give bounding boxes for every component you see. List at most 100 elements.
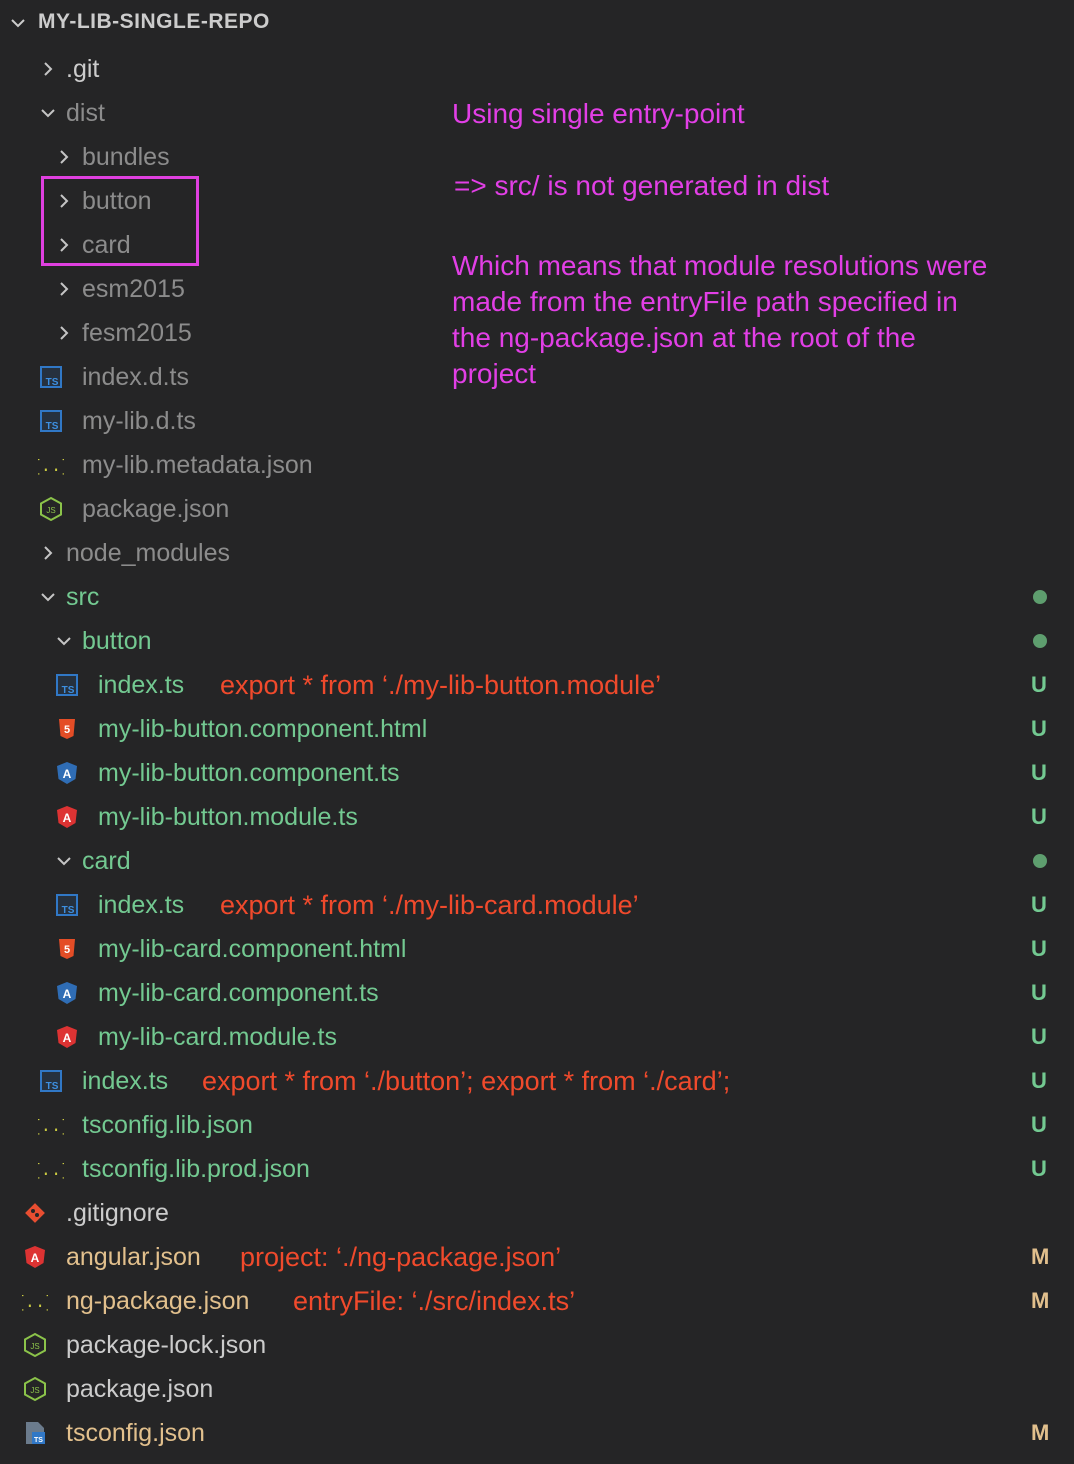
html-file-icon: 5	[54, 936, 80, 962]
file-package-json[interactable]: JS package.json	[0, 1367, 1074, 1411]
typescript-file-icon: TS	[38, 364, 64, 390]
typescript-file-icon: TS	[54, 892, 80, 918]
tree-item-label: index.d.ts	[82, 363, 190, 391]
modified-badge: M	[1031, 1244, 1050, 1269]
file-my-lib-button-module-ts[interactable]: Amy-lib-button.module.ts U	[0, 795, 1074, 839]
explorer-header[interactable]: MY-LIB-SINGLE-REPO	[0, 0, 1074, 46]
nodejs-file-icon: JS	[38, 496, 64, 522]
annotation-text: Using single entry-point => src/ is not …	[452, 96, 1052, 392]
folder-button[interactable]: button	[0, 619, 1074, 663]
tree-item-label: package.json	[66, 1375, 214, 1403]
svg-text:TS: TS	[34, 1437, 43, 1444]
file-my-lib-card-component-html[interactable]: 5 my-lib-card.component.html U	[0, 927, 1074, 971]
annotation-line-2: => src/ is not generated in dist	[454, 170, 830, 201]
json-file-icon: {..}	[31, 452, 72, 478]
tree-item-label: my-lib.d.ts	[82, 407, 196, 435]
tree-item-label: card	[82, 847, 131, 875]
annotation-line-1: Using single entry-point	[452, 98, 745, 129]
tree-item-label: button	[82, 627, 152, 655]
chevron-down-icon	[11, 19, 25, 28]
tsconfig-file-icon: TS	[22, 1420, 48, 1446]
chevron-right-icon[interactable]	[38, 59, 58, 79]
file-package-lock-json[interactable]: JS package-lock.json	[0, 1323, 1074, 1367]
tree-item-label: index.ts	[98, 671, 185, 699]
tree-item-label: index.ts	[82, 1067, 169, 1095]
file-angular-json[interactable]: Aangular.json project: ‘./ng-package.json…	[0, 1235, 1074, 1279]
chevron-right-icon[interactable]	[38, 543, 58, 563]
folder-git[interactable]: .git	[0, 47, 1074, 91]
svg-text:A: A	[63, 987, 72, 1001]
tree-item-label: ng-package.json	[66, 1287, 250, 1315]
folder-node-modules[interactable]: node_modules	[0, 531, 1074, 575]
file-tsconfig-json[interactable]: TS tsconfig.json M	[0, 1411, 1074, 1455]
chevron-down-icon[interactable]	[38, 103, 58, 123]
chevron-down-icon[interactable]	[38, 587, 58, 607]
folder-src[interactable]: src	[0, 575, 1074, 619]
tree-item-label: tsconfig.lib.json	[82, 1111, 253, 1139]
untracked-badge: U	[1031, 804, 1047, 829]
tree-item-label: my-lib-button.module.ts	[98, 803, 358, 831]
folder-card[interactable]: card	[0, 839, 1074, 883]
angular-icon: A	[54, 804, 80, 830]
file-index-ts[interactable]: TS index.ts export * from ‘./my-lib-card.m…	[0, 883, 1074, 927]
tree-item-label: src	[66, 583, 100, 611]
file-index-ts[interactable]: TS index.ts export * from ‘./my-lib-button…	[0, 663, 1074, 707]
nodejs-file-icon: JS	[22, 1332, 48, 1358]
tree-item-label: esm2015	[82, 275, 185, 303]
file-my-lib-metadata-json[interactable]: {..} my-lib.metadata.json	[0, 443, 1074, 487]
json-file-icon: {..}	[15, 1288, 56, 1314]
html-file-icon: 5	[54, 716, 80, 742]
svg-text:A: A	[63, 1031, 72, 1045]
tree-item-label: angular.json	[66, 1243, 201, 1271]
tree-item-label: package-lock.json	[66, 1331, 267, 1359]
file-my-lib-button-component-ts[interactable]: Amy-lib-button.component.ts U	[0, 751, 1074, 795]
chevron-down-icon[interactable]	[54, 631, 74, 651]
svg-text:5: 5	[64, 944, 70, 956]
chevron-down-icon[interactable]	[54, 851, 74, 871]
svg-text:TS: TS	[46, 421, 59, 432]
file-ng-package-json[interactable]: {..} ng-package.json entryFile: ‘./src/ind…	[0, 1279, 1074, 1323]
tree-item-label: dist	[66, 99, 105, 127]
untracked-badge: U	[1031, 936, 1047, 961]
angular-component-icon: A	[54, 760, 80, 786]
annotation-note: project: ‘./ng-package.json’	[240, 1242, 562, 1272]
tree-item-label: my-lib-card.module.ts	[98, 1023, 337, 1051]
tree-item-label: fesm2015	[82, 319, 192, 347]
svg-text:TS: TS	[62, 905, 75, 916]
annotation-line-3: Which means that module resolutions were…	[452, 250, 988, 389]
svg-text:TS: TS	[62, 685, 75, 696]
file-gitignore[interactable]: .gitignore	[0, 1191, 1074, 1235]
untracked-badge: U	[1031, 672, 1047, 697]
untracked-badge: U	[1031, 892, 1047, 917]
file-my-lib-card-module-ts[interactable]: Amy-lib-card.module.ts U	[0, 1015, 1074, 1059]
svg-text:5: 5	[64, 724, 70, 736]
json-file-icon: {..}	[31, 1112, 72, 1138]
file-index-ts[interactable]: TS index.ts export * from ‘./button’; expo…	[0, 1059, 1074, 1103]
svg-text:TS: TS	[46, 377, 59, 388]
tree-item-label: .gitignore	[66, 1199, 169, 1227]
typescript-file-icon: TS	[54, 672, 80, 698]
tree-item-label: index.ts	[98, 891, 185, 919]
changes-dot-icon	[1033, 634, 1047, 648]
chevron-right-icon[interactable]	[54, 147, 74, 167]
modified-badge: M	[1031, 1420, 1050, 1445]
git-icon	[22, 1200, 48, 1226]
tree-item-label: tsconfig.lib.prod.json	[82, 1155, 310, 1183]
file-tsconfig-lib-prod-json[interactable]: {..} tsconfig.lib.prod.json U	[0, 1147, 1074, 1191]
file-my-lib-card-component-ts[interactable]: Amy-lib-card.component.ts U	[0, 971, 1074, 1015]
untracked-badge: U	[1031, 1112, 1047, 1137]
chevron-right-icon[interactable]	[54, 279, 74, 299]
chevron-right-icon[interactable]	[54, 323, 74, 343]
svg-text:A: A	[63, 811, 72, 825]
file-my-lib-d-ts[interactable]: TS my-lib.d.ts	[0, 399, 1074, 443]
file-tsconfig-lib-json[interactable]: {..} tsconfig.lib.json U	[0, 1103, 1074, 1147]
file-my-lib-button-component-html[interactable]: 5 my-lib-button.component.html U	[0, 707, 1074, 751]
file-package-json[interactable]: JS package.json	[0, 487, 1074, 531]
tree-item-label: my-lib.metadata.json	[82, 451, 313, 479]
svg-text:{..}: {..}	[38, 458, 64, 477]
untracked-badge: U	[1031, 760, 1047, 785]
changes-dot-icon	[1033, 590, 1047, 604]
json-file-icon: {..}	[31, 1156, 72, 1182]
svg-text:A: A	[63, 767, 72, 781]
annotation-note: entryFile: ‘./src/index.ts’	[293, 1286, 576, 1316]
